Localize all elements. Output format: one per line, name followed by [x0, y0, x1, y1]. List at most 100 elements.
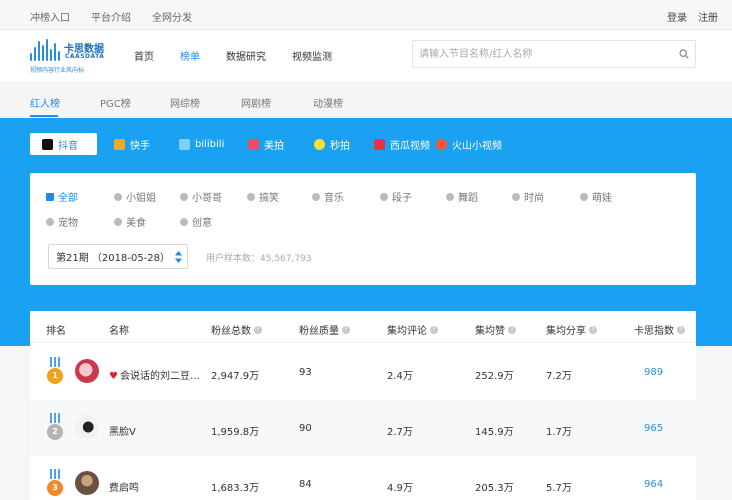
category-food[interactable]: 美食 — [114, 214, 146, 229]
sample-label: 用户样本数： — [206, 254, 261, 264]
category-dance[interactable]: 舞蹈 — [446, 189, 478, 204]
help-icon[interactable]: ? — [589, 325, 597, 334]
category-label: 搞笑 — [259, 193, 279, 204]
period-select[interactable]: 第21期 （2018-05-28） — [48, 244, 188, 269]
search-icon[interactable] — [679, 49, 689, 59]
link-platform-intro[interactable]: 平台介绍 — [91, 9, 131, 24]
category-young-lady[interactable]: 小姐姐 — [114, 189, 156, 204]
avatar[interactable] — [75, 471, 99, 495]
help-icon[interactable]: ? — [508, 325, 516, 334]
category-jokes[interactable]: 段子 — [380, 189, 412, 204]
table-row[interactable]: 1 ♥ 会说话的刘二豆… 2,947.9万 93 2.4万 252.9万 7.2万… — [30, 344, 696, 400]
link-distribution[interactable]: 全网分发 — [152, 9, 192, 24]
col-shares-label: 集均分享 — [546, 326, 586, 337]
xigua-icon — [374, 138, 385, 150]
laugh-icon — [247, 192, 255, 201]
index-value[interactable]: 965 — [644, 423, 663, 434]
boy-icon — [180, 192, 188, 201]
platform-label: 抖音 — [58, 140, 78, 152]
login-link[interactable]: 登录 — [667, 9, 687, 24]
col-comments[interactable]: 集均评论? — [387, 322, 438, 337]
register-link[interactable]: 注册 — [698, 9, 718, 24]
quality-value: 90 — [299, 423, 312, 434]
col-fans[interactable]: 粉丝总数? — [211, 322, 262, 337]
help-icon[interactable]: ? — [254, 325, 262, 334]
likes-value: 252.9万 — [475, 371, 514, 382]
food-icon — [114, 217, 122, 226]
col-index[interactable]: 卡思指数? — [634, 322, 685, 337]
influencer-name[interactable]: 黑脸V — [109, 423, 136, 438]
category-label: 音乐 — [324, 193, 344, 204]
kuaishou-icon — [114, 138, 125, 150]
idea-icon — [180, 217, 188, 226]
category-music[interactable]: 音乐 — [312, 189, 344, 204]
platform-label: 美拍 — [264, 140, 284, 152]
platform-douyin[interactable]: 抖音 — [30, 133, 97, 155]
col-quality[interactable]: 粉丝质量? — [299, 322, 350, 337]
header: 卡思数据 CAASDATA 视频内容行业风向标 首页 榜单 数据研究 视频监测 — [0, 30, 732, 82]
grid-icon — [46, 192, 54, 201]
help-icon[interactable]: ? — [430, 325, 438, 334]
platform-meipai[interactable]: 美拍 — [248, 133, 284, 155]
influencer-name[interactable]: 费启鸣 — [109, 479, 139, 494]
table-row[interactable]: 2 黑脸V 1,959.8万 90 2.7万 145.9万 1.7万 965 — [30, 400, 696, 456]
nav-video-monitor[interactable]: 视频监测 — [292, 48, 332, 63]
tab-influencer[interactable]: 红人榜 — [30, 95, 60, 110]
comments-value: 2.4万 — [387, 371, 413, 382]
category-label: 小姐姐 — [126, 193, 156, 204]
category-label: 舞蹈 — [458, 193, 478, 204]
heart-icon: ♥ — [109, 371, 118, 382]
avatar[interactable] — [75, 415, 99, 439]
category-fashion[interactable]: 时尚 — [512, 189, 544, 204]
nav-home[interactable]: 首页 — [134, 48, 154, 63]
col-comments-label: 集均评论 — [387, 326, 427, 337]
baby-icon — [580, 192, 588, 201]
category-all[interactable]: 全部 — [46, 189, 78, 204]
col-fans-label: 粉丝总数 — [211, 326, 251, 337]
category-pets[interactable]: 宠物 — [46, 214, 78, 229]
col-likes[interactable]: 集均赞? — [475, 322, 516, 337]
platform-bilibili[interactable]: bilibili — [179, 133, 224, 155]
platform-miaopai[interactable]: 秒拍 — [314, 133, 350, 155]
category-label: 全部 — [58, 193, 78, 204]
nav-rankings[interactable]: 榜单 — [180, 48, 200, 63]
category-label: 创意 — [192, 218, 212, 229]
category-babies[interactable]: 萌娃 — [580, 189, 612, 204]
category-funny[interactable]: 搞笑 — [247, 189, 279, 204]
help-icon[interactable]: ? — [342, 325, 350, 334]
avatar[interactable] — [75, 359, 99, 383]
index-value[interactable]: 989 — [644, 367, 663, 378]
search-input[interactable] — [413, 41, 653, 67]
logo-bars-icon — [30, 39, 64, 61]
comments-value: 2.7万 — [387, 427, 413, 438]
tab-drama[interactable]: 网剧榜 — [241, 95, 271, 110]
influencer-name[interactable]: ♥ 会说话的刘二豆… — [109, 367, 200, 382]
tab-variety[interactable]: 网综榜 — [170, 95, 200, 110]
platform-label: 快手 — [130, 140, 150, 152]
category-label: 宠物 — [58, 218, 78, 229]
platform-xigua[interactable]: 西瓜视频 — [374, 133, 430, 155]
nav-research[interactable]: 数据研究 — [226, 48, 266, 63]
fans-value: 1,959.8万 — [211, 427, 260, 438]
rank-number: 3 — [47, 480, 63, 496]
platform-huoshan[interactable]: 火山小视频 — [436, 133, 502, 155]
category-young-man[interactable]: 小哥哥 — [180, 189, 222, 204]
tab-pgc[interactable]: PGC榜 — [100, 95, 131, 110]
shares-value: 5.7万 — [546, 483, 572, 494]
index-value[interactable]: 964 — [644, 479, 663, 490]
col-shares[interactable]: 集均分享? — [546, 322, 597, 337]
likes-value: 205.3万 — [475, 483, 514, 494]
period-value: 第21期 （2018-05-28） — [56, 253, 171, 264]
platform-label: 火山小视频 — [452, 140, 502, 152]
category-creative[interactable]: 创意 — [180, 214, 212, 229]
platform-kuaishou[interactable]: 快手 — [114, 133, 150, 155]
table-row[interactable]: 3 费启鸣 1,683.3万 84 4.9万 205.3万 5.7万 964 — [30, 456, 696, 500]
help-icon[interactable]: ? — [677, 325, 685, 334]
paw-icon — [46, 217, 54, 226]
link-rank-entry[interactable]: 冲榜入口 — [30, 9, 70, 24]
search-box — [412, 40, 696, 68]
category-label: 萌娃 — [592, 193, 612, 204]
site-logo[interactable]: 卡思数据 CAASDATA 视频内容行业风向标 — [30, 37, 110, 75]
tab-anime[interactable]: 动漫榜 — [313, 95, 343, 110]
fashion-icon — [512, 192, 520, 201]
